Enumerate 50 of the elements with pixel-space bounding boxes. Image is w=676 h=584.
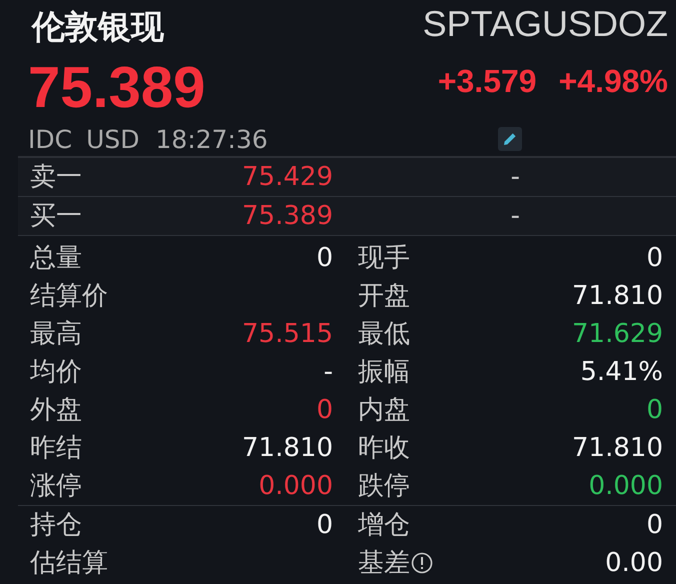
order-volume: - bbox=[510, 203, 520, 229]
field-label: 外盘 bbox=[30, 397, 82, 423]
field-label: 涨停 bbox=[30, 473, 82, 499]
price-change: +3.579 bbox=[438, 65, 537, 97]
order-label: 卖一 bbox=[29, 164, 83, 190]
field-label: 估结算 bbox=[30, 550, 108, 576]
field-value: 0 bbox=[316, 512, 333, 538]
field-label: 内盘 bbox=[358, 397, 410, 423]
field-value: 5.41% bbox=[580, 359, 663, 385]
field-value: 0 bbox=[316, 245, 333, 271]
field-value: 71.810 bbox=[572, 283, 663, 309]
exchange-label: IDC bbox=[28, 126, 72, 152]
field-label: 结算价 bbox=[30, 283, 108, 309]
field-label: 昨结 bbox=[30, 435, 82, 461]
order-price: 75.429 bbox=[241, 164, 333, 190]
pencil-icon bbox=[502, 132, 517, 146]
order-volume: - bbox=[510, 164, 520, 190]
field-value: - bbox=[324, 359, 333, 385]
edit-button[interactable] bbox=[498, 127, 522, 151]
field-label: 持仓 bbox=[30, 512, 82, 538]
field-value: 71.810 bbox=[242, 435, 333, 461]
percent-change: +4.98% bbox=[558, 65, 668, 97]
last-price: 75.389 bbox=[28, 59, 206, 117]
field-label: 昨收 bbox=[358, 435, 410, 461]
field-label: 开盘 bbox=[358, 283, 410, 309]
field-value: 75.515 bbox=[242, 321, 333, 347]
field-value: 0.00 bbox=[605, 550, 663, 576]
field-label: 最高 bbox=[30, 321, 82, 347]
field-value: 0.000 bbox=[258, 473, 333, 499]
field-label: 跌停 bbox=[358, 473, 410, 499]
order-price: 75.389 bbox=[241, 203, 333, 229]
currency-label: USD bbox=[86, 126, 140, 152]
order-label: 买一 bbox=[29, 203, 83, 229]
instrument-code: SPTAGUSDOZ bbox=[422, 6, 668, 42]
field-label: 最低 bbox=[358, 321, 410, 347]
field-value: 0 bbox=[316, 397, 333, 423]
field-value: 0.000 bbox=[588, 473, 663, 499]
field-label: 振幅 bbox=[358, 359, 410, 385]
field-value: 0 bbox=[646, 397, 663, 423]
field-value: 0 bbox=[646, 245, 663, 271]
field-label: 增仓 bbox=[358, 512, 410, 538]
quote-time: 18:27:36 bbox=[156, 126, 268, 152]
field-value: 71.810 bbox=[572, 435, 663, 461]
field-label: 总量 bbox=[30, 245, 82, 271]
field-label: 现手 bbox=[358, 245, 410, 271]
field-value: 71.629 bbox=[572, 321, 663, 347]
instrument-name: 伦敦银现 bbox=[32, 10, 164, 43]
field-value: 0 bbox=[646, 512, 663, 538]
field-label: 均价 bbox=[30, 359, 82, 385]
field-label: 基差 bbox=[358, 550, 410, 576]
